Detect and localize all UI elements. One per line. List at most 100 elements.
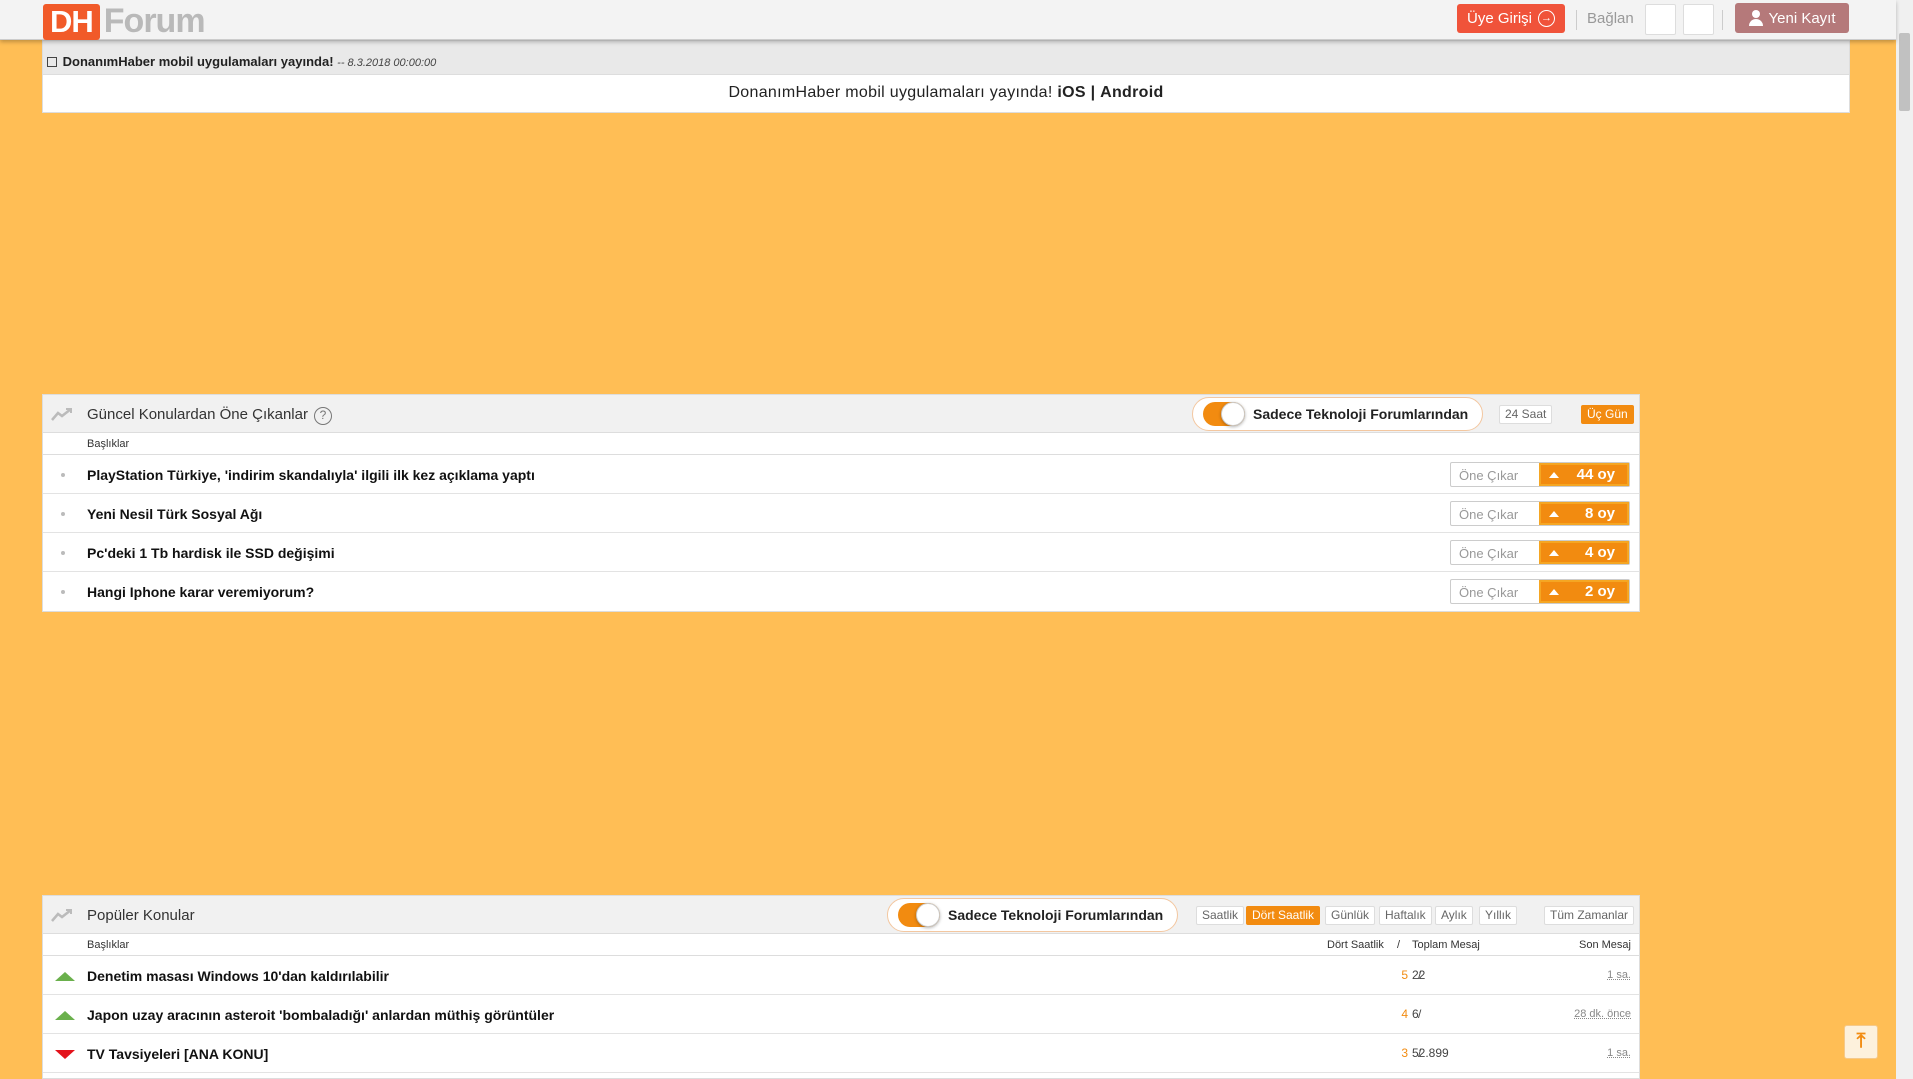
four-hour-count: 3 [1401, 1046, 1408, 1060]
top-navbar: DH Forum Üye Girişi → Bağlan Yeni Kayıt [0, 0, 1896, 40]
last-message-link[interactable]: 1 sa. [1607, 1047, 1631, 1059]
social-connect-button[interactable] [1683, 4, 1714, 35]
checkbox-icon [47, 57, 57, 67]
promote-button[interactable]: Öne Çıkar [1451, 580, 1539, 603]
register-label: Yeni Kayıt [1768, 9, 1836, 27]
column-headers: Başlıklar [43, 433, 1639, 455]
login-label: Üye Girişi [1466, 10, 1532, 27]
tech-only-toggle[interactable]: Sadece Teknoloji Forumlarından [887, 898, 1179, 932]
announcement-body: DonanımHaber mobil uygulamaları yayında!… [43, 75, 1849, 102]
site-logo[interactable]: DH Forum [43, 2, 206, 41]
panel-header: Popüler Konular Sadece Teknoloji Forumla… [43, 896, 1639, 934]
col-four-hour[interactable]: Dört Saatlik [1327, 939, 1384, 951]
vote-widget[interactable]: Öne Çıkar 8 oy [1450, 501, 1630, 526]
upvote-icon [1549, 471, 1559, 478]
col-slash: / [1397, 939, 1401, 951]
vote-widget[interactable]: Öne Çıkar 4 oy [1450, 540, 1630, 565]
trend-line-icon [51, 909, 72, 922]
ios-link[interactable]: iOS [1057, 84, 1085, 101]
column-headers: Başlıklar Dört Saatlik / Toplam Mesaj So… [43, 934, 1639, 956]
announcement-date: -- 8.3.2018 00:00:00 [337, 57, 437, 69]
topic-link[interactable]: Pc'deki 1 Tb hardisk ile SSD değişimi [87, 545, 335, 561]
panel-title: Popüler Konular [87, 907, 195, 924]
total-count: 22 [1412, 968, 1426, 982]
topic-link[interactable]: TV Tavsiyeleri [ANA KONU] [87, 1046, 268, 1062]
list-item: Hangi Iphone karar veremiyorum? Öne Çıka… [43, 572, 1639, 611]
link-separator: | [1090, 84, 1096, 101]
register-button[interactable]: Yeni Kayıt [1735, 3, 1849, 33]
vote-widget[interactable]: Öne Çıkar 44 oy [1450, 462, 1630, 487]
trend-up-icon [55, 1011, 75, 1020]
vote-count[interactable]: 8 oy [1539, 502, 1629, 525]
vote-count-text: 4 oy [1584, 544, 1615, 561]
vote-count[interactable]: 44 oy [1539, 463, 1629, 486]
popular-topics-panel: Popüler Konular Sadece Teknoloji Forumla… [42, 895, 1640, 1079]
four-hour-count: 4 [1401, 1007, 1408, 1021]
col-titles: Başlıklar [87, 438, 130, 450]
topic-link[interactable]: Denetim masası Windows 10'dan kaldırılab… [87, 968, 389, 984]
tab-uc-gun[interactable]: Üç Gün [1581, 405, 1634, 424]
toggle-switch[interactable] [898, 903, 940, 927]
tab-dort-saatlik[interactable]: Dört Saatlik [1246, 906, 1321, 925]
last-message-link[interactable]: 28 dk. önce [1574, 1008, 1631, 1020]
toggle-knob [916, 903, 940, 927]
table-row: Denetim masası Windows 10'dan kaldırılab… [43, 956, 1639, 995]
announcement-text: DonanımHaber mobil uygulamaları yayında! [728, 84, 1053, 101]
vote-widget[interactable]: Öne Çıkar 2 oy [1450, 579, 1630, 604]
announcement-title[interactable]: DonanımHaber mobil uygulamaları yayında! [63, 54, 334, 69]
scroll-to-top-icon[interactable]: ⤒ [1844, 1025, 1878, 1059]
vote-count[interactable]: 4 oy [1539, 541, 1629, 564]
vote-count-text: 2 oy [1584, 583, 1615, 600]
bullet-icon [61, 551, 65, 555]
announcement-box: DonanımHaber mobil uygulamaları yayında!… [42, 40, 1850, 113]
vote-count[interactable]: 2 oy [1539, 580, 1629, 603]
page-scrollbar[interactable] [1896, 0, 1913, 1079]
trend-down-icon [55, 1050, 75, 1059]
list-item: Yeni Nesil Türk Sosyal Ağı Öne Çıkar 8 o… [43, 494, 1639, 533]
upvote-icon [1549, 510, 1559, 517]
toggle-label: Sadece Teknoloji Forumlarından [1253, 406, 1469, 422]
trend-up-icon [55, 972, 75, 981]
promote-button[interactable]: Öne Çıkar [1451, 502, 1539, 525]
featured-topics-panel: Güncel Konulardan Öne Çıkanlar? Sadece T… [42, 394, 1640, 612]
promote-button[interactable]: Öne Çıkar [1451, 541, 1539, 564]
toggle-label: Sadece Teknoloji Forumlarından [948, 907, 1164, 923]
table-row: Japon uzay aracının asteroit 'bombaladığ… [43, 995, 1639, 1034]
list-item: PlayStation Türkiye, 'indirim skandalıyl… [43, 455, 1639, 494]
tech-only-toggle[interactable]: Sadece Teknoloji Forumlarından [1192, 397, 1484, 431]
last-message-link[interactable]: 1 sa. [1607, 969, 1631, 981]
tab-yillik[interactable]: Yıllık [1479, 906, 1518, 925]
panel-header: Güncel Konulardan Öne Çıkanlar? Sadece T… [43, 395, 1639, 433]
total-count: 6 [1412, 1007, 1419, 1021]
toggle-switch[interactable] [1203, 402, 1245, 426]
connect-label: Bağlan [1587, 10, 1634, 27]
topic-link[interactable]: Japon uzay aracının asteroit 'bombaladığ… [87, 1007, 554, 1023]
social-connect-button[interactable] [1645, 4, 1676, 35]
promote-button[interactable]: Öne Çıkar [1451, 463, 1539, 486]
help-icon[interactable]: ? [313, 407, 332, 425]
tab-24-saat[interactable]: 24 Saat [1499, 405, 1553, 424]
login-button[interactable]: Üye Girişi → [1457, 4, 1565, 33]
topic-link[interactable]: PlayStation Türkiye, 'indirim skandalıyl… [87, 467, 535, 483]
table-row: TV Tavsiyeleri [ANA KONU] 3 / 52.899 1 s… [43, 1034, 1639, 1073]
divider [1576, 10, 1577, 30]
vote-count-text: 44 oy [1576, 466, 1615, 483]
logo-dh: DH [43, 3, 100, 40]
col-total[interactable]: Toplam Mesaj [1412, 939, 1480, 951]
topic-link[interactable]: Hangi Iphone karar veremiyorum? [87, 584, 314, 600]
col-titles: Başlıklar [87, 939, 130, 951]
bullet-icon [61, 512, 65, 516]
arrow-circle-icon: → [1538, 10, 1555, 27]
tab-haftalik[interactable]: Haftalık [1379, 906, 1432, 925]
tab-gunluk[interactable]: Günlük [1325, 906, 1376, 925]
android-link[interactable]: Android [1100, 84, 1163, 101]
bullet-icon [61, 473, 65, 477]
col-last[interactable]: Son Mesaj [1579, 939, 1631, 951]
tab-tum-zamanlar[interactable]: Tüm Zamanlar [1544, 906, 1635, 925]
scrollbar-thumb[interactable] [1899, 33, 1910, 111]
user-icon [1748, 10, 1763, 26]
logo-forum: Forum [103, 2, 206, 40]
topic-link[interactable]: Yeni Nesil Türk Sosyal Ağı [87, 506, 262, 522]
tab-aylik[interactable]: Aylık [1435, 906, 1473, 925]
tab-saatlik[interactable]: Saatlik [1196, 906, 1245, 925]
